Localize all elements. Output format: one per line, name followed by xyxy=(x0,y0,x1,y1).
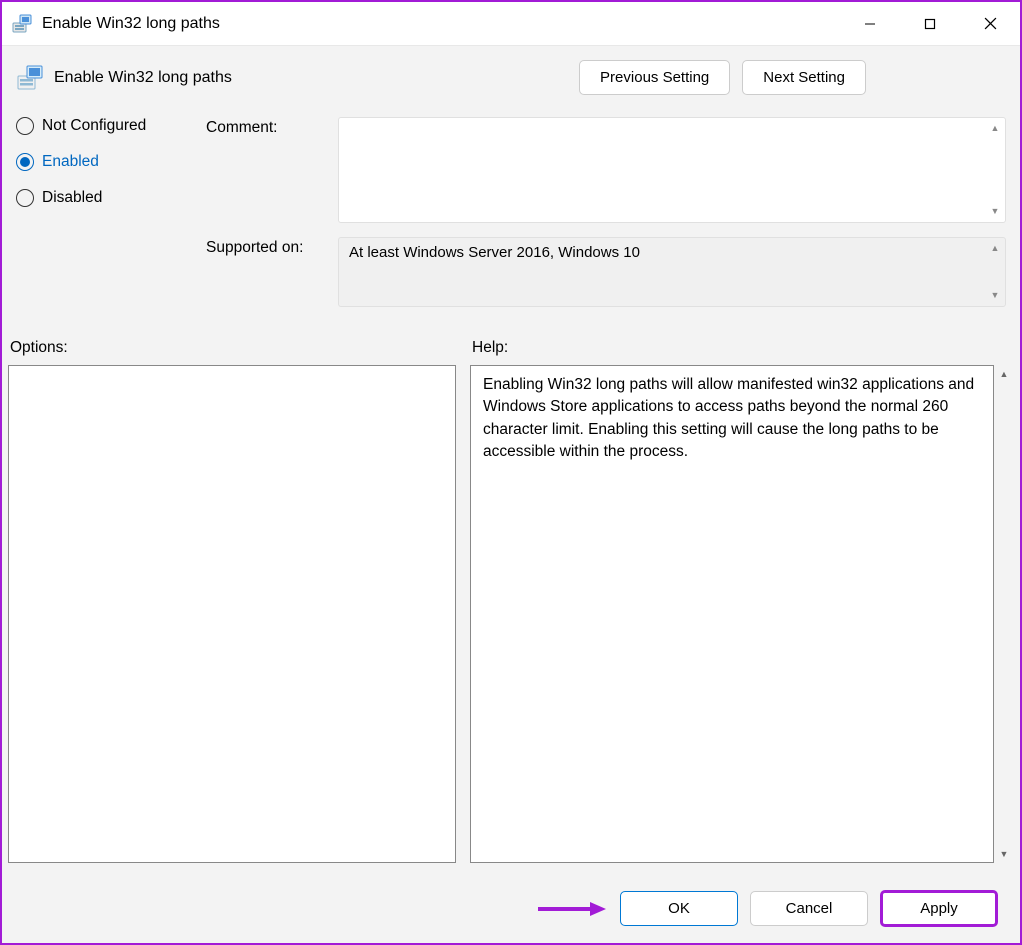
radio-icon xyxy=(16,189,34,207)
header-row: Enable Win32 long paths Previous Setting… xyxy=(2,46,1020,95)
close-button[interactable] xyxy=(960,2,1020,45)
help-text: Enabling Win32 long paths will allow man… xyxy=(483,376,974,460)
next-setting-button[interactable]: Next Setting xyxy=(742,60,866,95)
supported-on-box: At least Windows Server 2016, Windows 10… xyxy=(338,237,1006,307)
panes: Enabling Win32 long paths will allow man… xyxy=(2,365,1020,863)
window-title: Enable Win32 long paths xyxy=(42,15,220,33)
titlebar: Enable Win32 long paths xyxy=(2,2,1020,46)
radio-enabled[interactable]: Enabled xyxy=(16,153,196,171)
nav-buttons: Previous Setting Next Setting xyxy=(579,60,1006,95)
scroll-up-icon[interactable]: ▲ xyxy=(989,124,1001,133)
window-controls xyxy=(840,2,1020,45)
maximize-button[interactable] xyxy=(900,2,960,45)
radio-disabled[interactable]: Disabled xyxy=(16,189,196,207)
help-container: Enabling Win32 long paths will allow man… xyxy=(470,365,1014,863)
comment-input[interactable]: ▲ ▼ xyxy=(338,117,1006,223)
scroll-down-icon[interactable]: ▼ xyxy=(989,207,1001,216)
app-icon xyxy=(12,14,32,34)
comment-label: Comment: xyxy=(206,117,326,223)
previous-setting-button[interactable]: Previous Setting xyxy=(579,60,730,95)
scroll-down-icon[interactable]: ▼ xyxy=(1000,849,1009,859)
apply-button[interactable]: Apply xyxy=(880,890,998,927)
cancel-button[interactable]: Cancel xyxy=(750,891,868,926)
radio-label: Enabled xyxy=(42,153,99,171)
minimize-button[interactable] xyxy=(840,2,900,45)
config-grid: Not Configured Enabled Disabled Comment:… xyxy=(2,95,1020,321)
radio-icon xyxy=(16,153,34,171)
scroll-down-icon[interactable]: ▼ xyxy=(989,291,1001,300)
fields: Comment: ▲ ▼ Supported on: At least Wind… xyxy=(206,117,1006,321)
radio-not-configured[interactable]: Not Configured xyxy=(16,117,196,135)
radio-label: Not Configured xyxy=(42,117,146,135)
footer: OK Cancel Apply xyxy=(2,874,1020,943)
policy-icon xyxy=(16,64,44,92)
options-pane xyxy=(8,365,456,863)
annotation-arrow-icon xyxy=(536,899,606,919)
radio-label: Disabled xyxy=(42,189,102,207)
supported-on-label: Supported on: xyxy=(206,237,326,307)
radio-icon xyxy=(16,117,34,135)
help-scrollbar[interactable]: ▲ ▼ xyxy=(994,365,1014,863)
pane-labels: Options: Help: xyxy=(2,321,1020,365)
help-label: Help: xyxy=(472,339,508,357)
options-label: Options: xyxy=(10,339,458,357)
policy-title: Enable Win32 long paths xyxy=(54,69,232,87)
help-pane: Enabling Win32 long paths will allow man… xyxy=(470,365,994,863)
scroll-up-icon[interactable]: ▲ xyxy=(1000,369,1009,379)
supported-on-value: At least Windows Server 2016, Windows 10 xyxy=(349,244,640,261)
radio-group: Not Configured Enabled Disabled xyxy=(16,117,196,321)
group-policy-dialog: Enable Win32 long paths Enable Win32 l xyxy=(0,0,1022,945)
ok-button[interactable]: OK xyxy=(620,891,738,926)
scroll-up-icon[interactable]: ▲ xyxy=(989,244,1001,253)
